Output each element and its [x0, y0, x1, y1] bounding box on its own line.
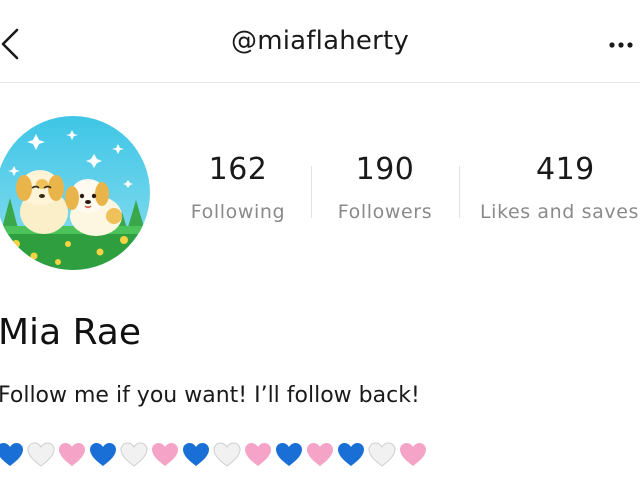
blue-heart-icon — [0, 443, 23, 466]
heart-emoji-row — [0, 442, 427, 468]
display-name: Mia Rae — [0, 312, 141, 353]
more-horizontal-icon — [609, 42, 633, 48]
white-heart-icon — [213, 442, 241, 467]
followers-count: 190 — [355, 152, 415, 187]
following-count: 162 — [208, 152, 268, 187]
followers-label: Followers — [337, 201, 433, 223]
stat-followers[interactable]: 190 Followers — [328, 152, 442, 223]
avatar[interactable] — [0, 116, 150, 270]
blue-heart-icon — [90, 443, 116, 466]
stat-divider — [311, 166, 312, 218]
more-options-button[interactable] — [604, 28, 638, 62]
pink-heart-icon — [400, 443, 426, 466]
bio-text: Follow me if you want! I’ll follow back! — [0, 383, 420, 408]
stat-following[interactable]: 162 Following — [180, 152, 296, 223]
white-heart-icon — [27, 442, 55, 467]
likes-and-saves-count: 419 — [536, 152, 595, 187]
blue-heart-icon — [183, 443, 209, 466]
blue-heart-icon — [276, 443, 302, 466]
top-bar: @miaflaherty — [0, 0, 640, 83]
stat-likes-and-saves[interactable]: 419 Likes and saves — [480, 152, 640, 223]
pink-heart-icon — [152, 443, 178, 466]
white-heart-icon — [368, 442, 396, 467]
stat-divider — [459, 166, 460, 218]
white-heart-icon — [120, 442, 148, 467]
likes-and-saves-label: Likes and saves — [480, 201, 639, 223]
pink-heart-icon — [245, 443, 271, 466]
following-label: Following — [190, 201, 286, 223]
pink-heart-icon — [307, 443, 333, 466]
pink-heart-icon — [59, 443, 85, 466]
profile-handle: @miaflaherty — [231, 26, 409, 56]
blue-heart-icon — [338, 443, 364, 466]
avatar-puppies-illustration — [0, 116, 150, 270]
